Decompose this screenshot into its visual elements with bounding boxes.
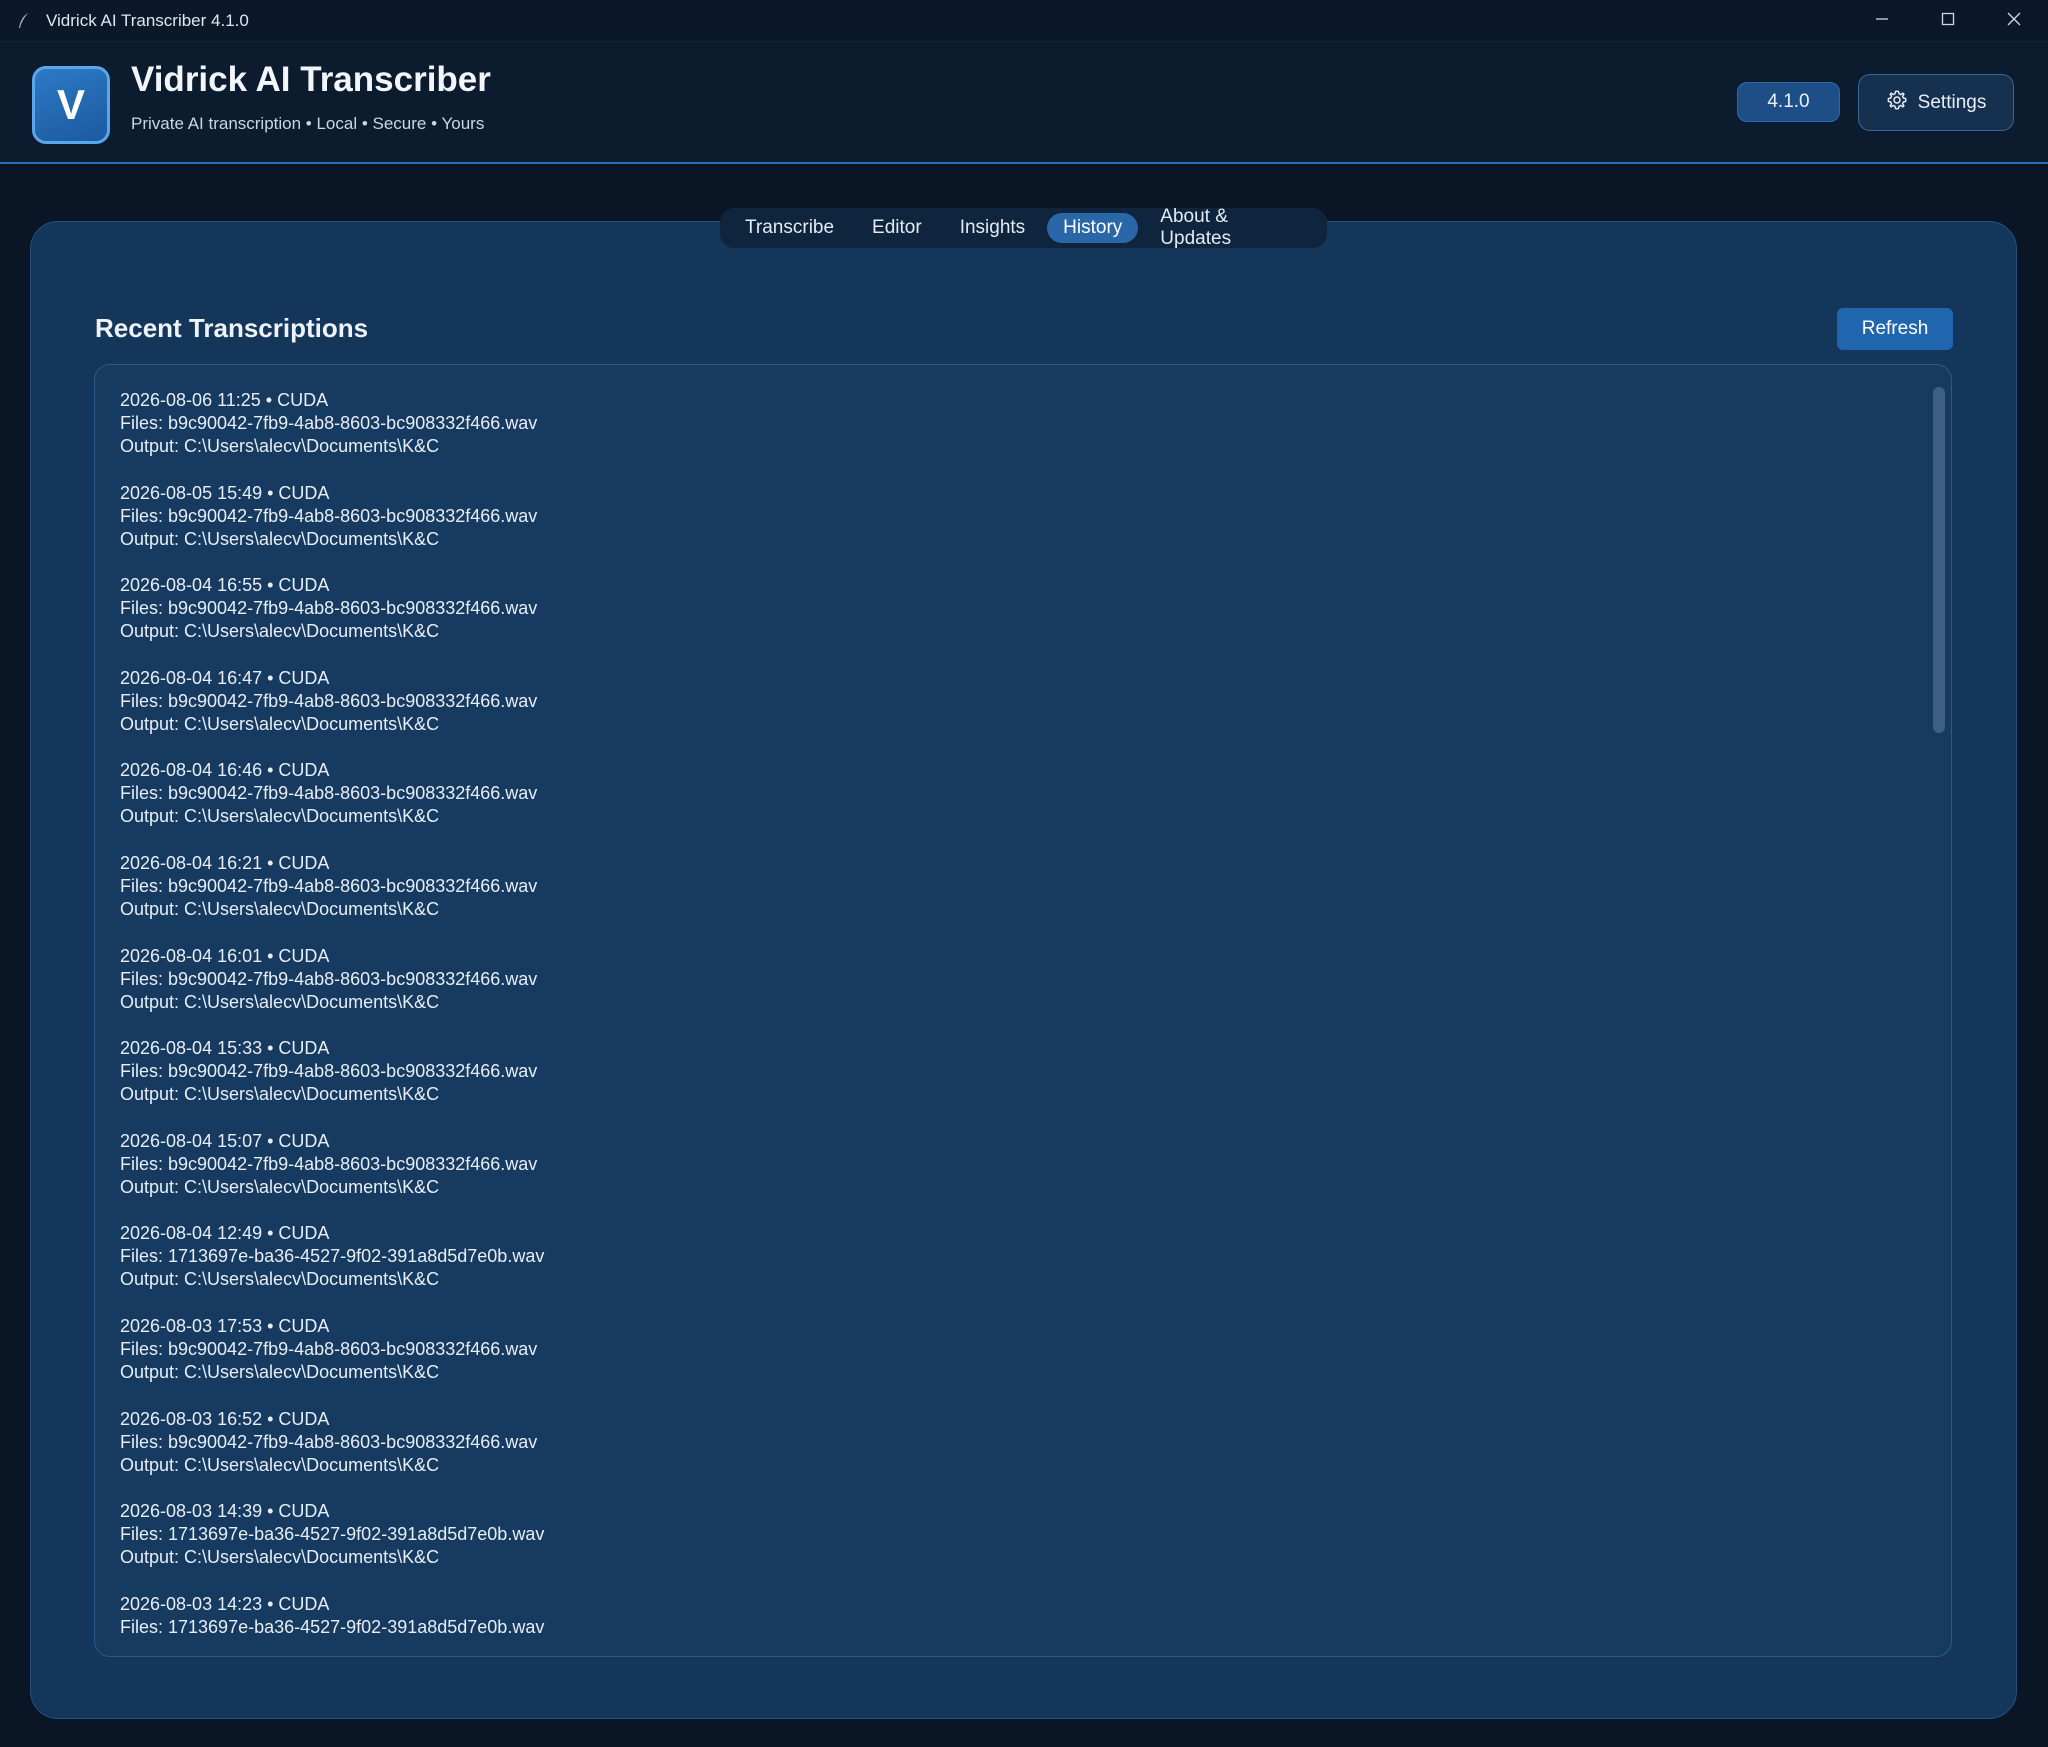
- entry-output: Output: C:\Users\alecv\Documents\K&C: [120, 991, 440, 1012]
- entry-files: Files: b9c90042-7fb9-4ab8-8603-bc908332f…: [120, 1431, 538, 1452]
- history-entry: 2026-08-04 16:01 • CUDA Files: b9c90042-7…: [120, 945, 1911, 1038]
- history-entry: 2026-08-06 11:25 • CUDA Files: b9c90042-7…: [120, 389, 1911, 482]
- tab-bar: Transcribe Editor Insights History About…: [720, 206, 1327, 249]
- tab-transcribe[interactable]: Transcribe: [729, 213, 850, 243]
- refresh-button[interactable]: Refresh: [1837, 308, 1953, 350]
- minimize-icon: [1874, 11, 1890, 32]
- maximize-button[interactable]: [1914, 0, 1982, 42]
- entry-files: Files: b9c90042-7fb9-4ab8-8603-bc908332f…: [120, 875, 538, 896]
- app-logo: V: [32, 66, 110, 144]
- entry-files: Files: b9c90042-7fb9-4ab8-8603-bc908332f…: [120, 968, 538, 989]
- app-name: Vidrick AI Transcriber: [131, 60, 491, 99]
- app-tagline: Private AI transcription • Local • Secur…: [131, 114, 485, 133]
- scrollbar-thumb[interactable]: [1933, 387, 1945, 733]
- entry-files: Files: b9c90042-7fb9-4ab8-8603-bc908332f…: [120, 1061, 538, 1082]
- settings-label: Settings: [1917, 91, 1987, 113]
- entry-output: Output: C:\Users\alecv\Documents\K&C: [120, 1454, 440, 1475]
- window-titlebar: Vidrick AI Transcriber 4.1.0: [0, 0, 2048, 42]
- entry-meta: 2026-08-04 15:33 • CUDA: [120, 1038, 330, 1059]
- entry-files: Files: 1713697e-ba36-4527-9f02-391a8d5d7…: [120, 1616, 545, 1634]
- entry-files: Files: b9c90042-7fb9-4ab8-8603-bc908332f…: [120, 598, 538, 619]
- entry-files: Files: b9c90042-7fb9-4ab8-8603-bc908332f…: [120, 690, 538, 711]
- history-entry: 2026-08-03 14:39 • CUDA Files: 1713697e-b…: [120, 1500, 1911, 1593]
- entry-output: Output: C:\Users\alecv\Documents\K&C: [120, 806, 440, 827]
- entry-meta: 2026-08-05 15:49 • CUDA: [120, 482, 330, 503]
- tab-about-updates[interactable]: About & Updates: [1144, 206, 1318, 249]
- entry-meta: 2026-08-04 16:01 • CUDA: [120, 945, 330, 966]
- history-entry: 2026-08-04 15:07 • CUDA Files: b9c90042-7…: [120, 1130, 1911, 1223]
- entry-output: Output: C:\Users\alecv\Documents\K&C: [120, 528, 440, 549]
- gear-icon: [1886, 89, 1908, 117]
- app-header: V Vidrick AI Transcriber Private AI tran…: [0, 42, 2048, 164]
- entry-meta: 2026-08-04 15:07 • CUDA: [120, 1130, 330, 1151]
- history-entry: 2026-08-04 15:33 • CUDA Files: b9c90042-7…: [120, 1037, 1911, 1130]
- entry-meta: 2026-08-04 16:21 • CUDA: [120, 852, 330, 873]
- entry-files: Files: 1713697e-ba36-4527-9f02-391a8d5d7…: [120, 1246, 545, 1267]
- entry-meta: 2026-08-03 14:39 • CUDA: [120, 1501, 330, 1522]
- entry-output: Output: C:\Users\alecv\Documents\K&C: [120, 1361, 440, 1382]
- entry-files: Files: b9c90042-7fb9-4ab8-8603-bc908332f…: [120, 1338, 538, 1359]
- history-entries: 2026-08-06 11:25 • CUDA Files: b9c90042-7…: [120, 389, 1911, 1634]
- tab-history[interactable]: History: [1047, 213, 1139, 243]
- entry-output: Output: C:\Users\alecv\Documents\K&C: [120, 1176, 440, 1197]
- entry-meta: 2026-08-03 16:52 • CUDA: [120, 1408, 330, 1429]
- entry-files: Files: b9c90042-7fb9-4ab8-8603-bc908332f…: [120, 505, 538, 526]
- entry-files: Files: b9c90042-7fb9-4ab8-8603-bc908332f…: [120, 1153, 538, 1174]
- entry-files: Files: b9c90042-7fb9-4ab8-8603-bc908332f…: [120, 413, 538, 433]
- entry-output: Output: C:\Users\alecv\Documents\K&C: [120, 1547, 440, 1568]
- entry-output: Output: C:\Users\alecv\Documents\K&C: [120, 713, 440, 734]
- window-title: Vidrick AI Transcriber 4.1.0: [46, 10, 249, 30]
- history-entry: 2026-08-04 16:55 • CUDA Files: b9c90042-7…: [120, 574, 1911, 667]
- history-list[interactable]: 2026-08-06 11:25 • CUDA Files: b9c90042-7…: [94, 364, 1952, 1657]
- minimize-button[interactable]: [1848, 0, 1916, 42]
- entry-meta: 2026-08-04 16:46 • CUDA: [120, 760, 330, 781]
- history-entry: 2026-08-03 14:23 • CUDA Files: 1713697e-b…: [120, 1593, 1911, 1634]
- entry-files: Files: 1713697e-ba36-4527-9f02-391a8d5d7…: [120, 1524, 545, 1545]
- entry-meta: 2026-08-03 17:53 • CUDA: [120, 1315, 330, 1336]
- history-entry: 2026-08-04 12:49 • CUDA Files: 1713697e-b…: [120, 1222, 1911, 1315]
- history-entry: 2026-08-04 16:21 • CUDA Files: b9c90042-7…: [120, 852, 1911, 945]
- history-entry: 2026-08-03 16:52 • CUDA Files: b9c90042-7…: [120, 1408, 1911, 1501]
- entry-meta: 2026-08-03 14:23 • CUDA: [120, 1593, 330, 1614]
- version-badge: 4.1.0: [1737, 82, 1840, 122]
- entry-meta: 2026-08-04 16:55 • CUDA: [120, 575, 330, 596]
- entry-output: Output: C:\Users\alecv\Documents\K&C: [120, 436, 440, 456]
- entry-files: Files: b9c90042-7fb9-4ab8-8603-bc908332f…: [120, 783, 538, 804]
- entry-output: Output: C:\Users\alecv\Documents\K&C: [120, 1269, 440, 1290]
- entry-meta: 2026-08-04 16:47 • CUDA: [120, 667, 330, 688]
- history-entry: 2026-08-03 17:53 • CUDA Files: b9c90042-7…: [120, 1315, 1911, 1408]
- entry-meta: 2026-08-06 11:25 • CUDA: [120, 390, 329, 410]
- history-entry: 2026-08-04 16:46 • CUDA Files: b9c90042-7…: [120, 759, 1911, 852]
- settings-button[interactable]: Settings: [1858, 74, 2014, 131]
- tab-editor[interactable]: Editor: [856, 213, 938, 243]
- close-icon: [2006, 11, 2022, 32]
- history-entry: 2026-08-04 16:47 • CUDA Files: b9c90042-7…: [120, 667, 1911, 760]
- feather-icon: [14, 11, 34, 31]
- section-title: Recent Transcriptions: [95, 313, 369, 343]
- entry-output: Output: C:\Users\alecv\Documents\K&C: [120, 621, 440, 642]
- maximize-icon: [1940, 11, 1956, 32]
- history-entry: 2026-08-05 15:49 • CUDA Files: b9c90042-7…: [120, 482, 1911, 575]
- entry-meta: 2026-08-04 12:49 • CUDA: [120, 1223, 330, 1244]
- close-button[interactable]: [1980, 0, 2048, 42]
- entry-output: Output: C:\Users\alecv\Documents\K&C: [120, 1084, 440, 1105]
- tab-insights[interactable]: Insights: [944, 213, 1041, 243]
- entry-output: Output: C:\Users\alecv\Documents\K&C: [120, 898, 440, 919]
